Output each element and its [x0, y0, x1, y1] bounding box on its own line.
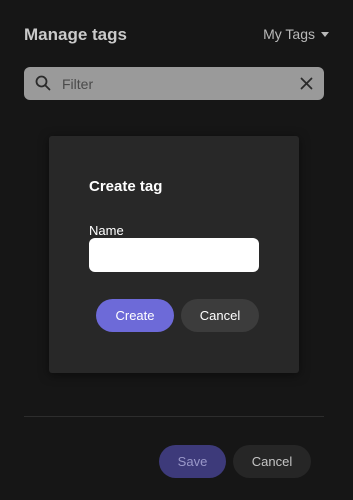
page-title: Manage tags — [24, 25, 127, 44]
save-button[interactable]: Save — [159, 445, 226, 478]
name-input[interactable] — [89, 238, 259, 272]
name-label: Name — [89, 223, 124, 238]
filter-input[interactable] — [60, 67, 292, 100]
chevron-down-icon — [321, 32, 329, 37]
dialog-cancel-button[interactable]: Cancel — [181, 299, 259, 332]
create-tag-dialog: Create tag Name Create Cancel — [49, 136, 299, 373]
footer-divider — [24, 416, 324, 417]
filter-field[interactable] — [24, 67, 324, 100]
dialog-title: Create tag — [89, 178, 163, 195]
cancel-button[interactable]: Cancel — [233, 445, 311, 478]
create-button[interactable]: Create — [96, 299, 174, 332]
tags-dropdown-label: My Tags — [263, 26, 315, 42]
tags-dropdown[interactable]: My Tags — [263, 26, 329, 42]
search-icon — [35, 75, 51, 91]
close-icon[interactable] — [300, 77, 313, 90]
